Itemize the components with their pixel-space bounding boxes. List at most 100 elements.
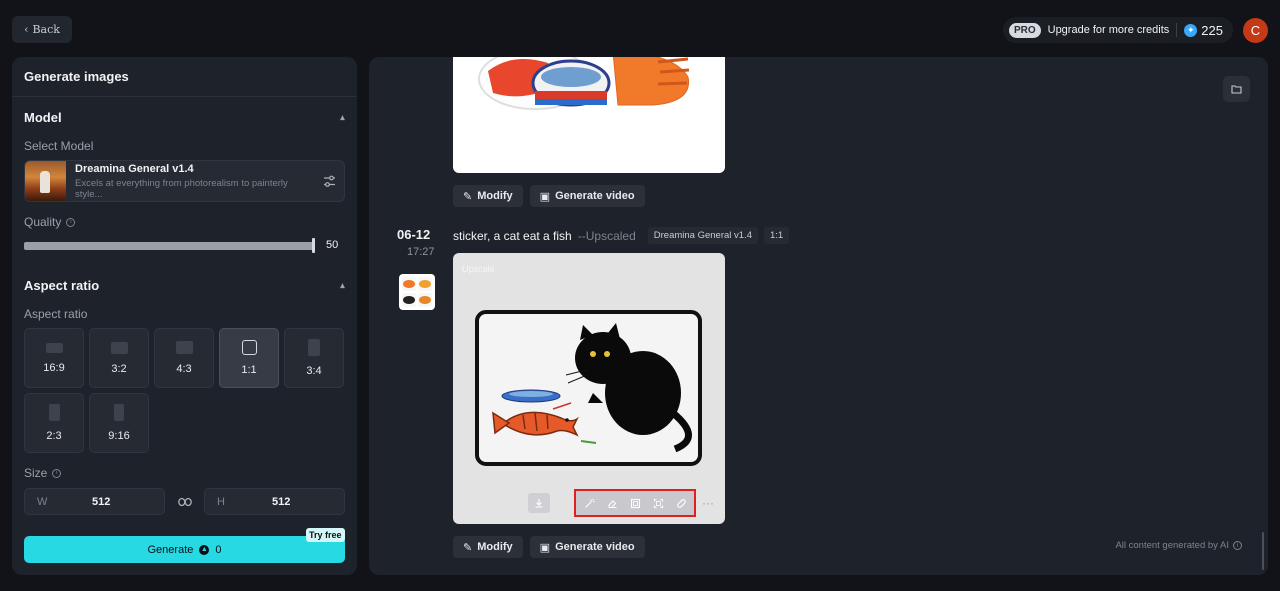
video-label: Generate video: [555, 190, 635, 202]
download-icon[interactable]: [528, 493, 550, 513]
entry-actions: ✎ Modify ▣ Generate video: [453, 536, 645, 558]
generated-image[interactable]: Upscale ···: [453, 253, 725, 524]
credit-icon: ▲: [199, 544, 210, 555]
modify-label: Modify: [477, 190, 513, 202]
link-icon[interactable]: [177, 494, 192, 510]
generate-video-button[interactable]: ▣ Generate video: [529, 185, 645, 207]
model-description: Excels at everything from photorealism t…: [75, 177, 288, 200]
aspect-section-header[interactable]: Aspect ratio ▾: [24, 278, 345, 293]
quality-label-row: Quality i: [24, 215, 76, 229]
quality-slider-track[interactable]: [24, 242, 314, 250]
bandage-icon[interactable]: [670, 493, 692, 513]
folder-icon[interactable]: [1223, 76, 1250, 102]
ratio-chip: 1:1: [763, 227, 790, 244]
chevron-left-icon: ‹: [24, 23, 29, 36]
prompt-row: sticker, a cat eat a fish --Upscaled Dre…: [453, 227, 790, 244]
aspect-option-label: 4:3: [176, 363, 192, 375]
aspect-ratio-label: Aspect ratio: [24, 307, 88, 321]
chevron-up-icon: ▾: [339, 280, 345, 291]
back-button[interactable]: ‹ Back: [12, 16, 72, 43]
credits-count: 225: [1201, 22, 1223, 38]
aspect-option-4-3[interactable]: 4:3: [154, 328, 214, 388]
aspect-option-2-3[interactable]: 2:3: [24, 393, 84, 453]
thumbnail-cell: [402, 277, 416, 291]
width-value: 512: [92, 495, 111, 508]
aspect-option-label: 1:1: [241, 364, 257, 376]
more-icon[interactable]: ···: [698, 493, 718, 513]
select-model-label: Select Model: [24, 139, 94, 153]
size-label: Size: [24, 466, 48, 480]
pencil-icon: ✎: [463, 190, 473, 203]
previous-generated-image[interactable]: [453, 57, 725, 173]
avatar[interactable]: C: [1243, 17, 1268, 43]
credit-icon: ✦: [1184, 23, 1198, 37]
quality-value: 50: [326, 239, 339, 251]
back-label: Back: [32, 23, 60, 36]
eraser-icon[interactable]: [601, 493, 623, 513]
entry-date: 06-12: [397, 227, 431, 242]
width-field[interactable]: W 512: [24, 488, 165, 515]
ratio-shape-icon: [110, 341, 128, 354]
aspect-option-label: 2:3: [46, 430, 62, 442]
ratio-shape-icon: [175, 341, 193, 354]
quality-slider-handle[interactable]: [312, 238, 315, 253]
ratio-shape-icon: [45, 342, 63, 353]
modify-button[interactable]: ✎ Modify: [453, 536, 523, 558]
video-label: Generate video: [555, 541, 635, 553]
aspect-ratio-grid: 16:9 3:2 4:3 1:1 3:4 2:3 9:16: [24, 328, 346, 453]
edit-tools-highlight: [574, 489, 696, 517]
generate-button[interactable]: Generate ▲ 0: [24, 536, 345, 563]
model-thumbnail: [25, 161, 66, 201]
magic-wand-icon[interactable]: [578, 493, 600, 513]
upscale-label: Upscale: [462, 264, 495, 274]
model-name: Dreamina General v1.4: [75, 162, 194, 175]
expand-canvas-icon[interactable]: [624, 493, 646, 513]
aspect-option-label: 3:2: [111, 362, 127, 375]
modify-label: Modify: [477, 541, 513, 553]
info-icon: i: [66, 217, 76, 227]
aspect-option-label: 9:16: [108, 430, 130, 442]
aspect-option-label: 16:9: [43, 361, 65, 374]
scrollbar[interactable]: [1262, 532, 1264, 570]
model-selector[interactable]: Dreamina General v1.4 Excels at everythi…: [24, 160, 345, 202]
panel-title: Generate images: [12, 57, 357, 97]
ratio-shape-icon: [308, 339, 320, 356]
model-section-header[interactable]: Model ▾: [24, 110, 345, 125]
top-right-bar: PRO Upgrade for more credits ✦ 225 C: [1002, 17, 1268, 43]
upgrade-button[interactable]: PRO Upgrade for more credits ✦ 225: [1002, 17, 1233, 43]
upscaled-tag: --Upscaled: [577, 228, 636, 243]
image-set-thumbnail[interactable]: [399, 274, 435, 310]
prompt-text: sticker, a cat eat a fish: [453, 228, 572, 243]
height-value: 512: [272, 495, 291, 508]
try-free-badge: Try free: [306, 528, 345, 542]
video-icon: ▣: [539, 190, 551, 203]
previous-actions: ✎ Modify ▣ Generate video: [453, 185, 645, 207]
info-icon: i: [1233, 541, 1242, 550]
generate-panel: Generate images Model ▾ Select Model Dre…: [12, 57, 357, 575]
ai-disclaimer: All content generated by AI i: [1115, 540, 1242, 551]
generate-label: Generate: [147, 543, 194, 556]
divider: [1176, 23, 1178, 37]
aspect-option-9-16[interactable]: 9:16: [89, 393, 149, 453]
aspect-option-3-4[interactable]: 3:4: [284, 328, 344, 388]
modify-button[interactable]: ✎ Modify: [453, 185, 523, 207]
aspect-option-3-2[interactable]: 3:2: [89, 328, 149, 388]
thumbnail-cell: [418, 277, 432, 291]
aspect-option-label: 3:4: [306, 365, 322, 377]
entry-time: 17:27: [407, 246, 435, 258]
height-field[interactable]: H 512: [204, 488, 345, 515]
quality-label: Quality: [24, 215, 62, 229]
ratio-shape-icon: [241, 340, 257, 355]
crop-resize-icon[interactable]: [647, 493, 669, 513]
height-prefix: H: [217, 495, 225, 508]
size-row: W 512 H 512: [24, 488, 345, 515]
credits-display: ✦ 225: [1184, 23, 1223, 38]
aspect-option-16-9[interactable]: 16:9: [24, 328, 84, 388]
aspect-heading: Aspect ratio: [24, 278, 100, 293]
generate-video-button[interactable]: ▣ Generate video: [529, 536, 645, 558]
results-panel: ✎ Modify ▣ Generate video 06-12 17:27 st…: [369, 57, 1268, 575]
ratio-shape-icon: [48, 404, 60, 421]
aspect-option-1-1[interactable]: 1:1: [219, 328, 279, 388]
thumbnail-cell: [418, 293, 432, 307]
sliders-icon[interactable]: [314, 175, 344, 188]
